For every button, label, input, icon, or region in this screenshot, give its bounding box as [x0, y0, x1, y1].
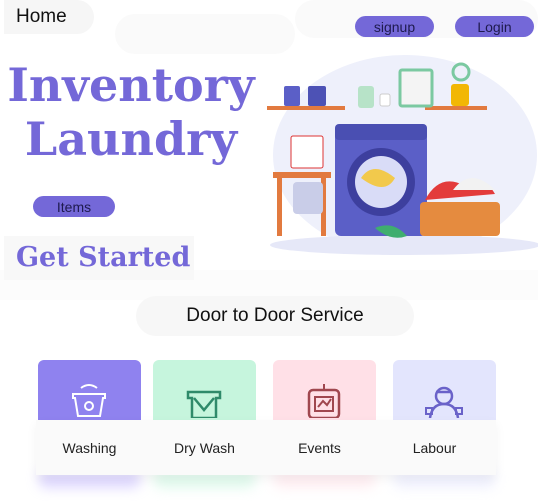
login-button[interactable]: Login: [455, 16, 534, 37]
service-card-dry-wash[interactable]: [153, 360, 256, 420]
section-title: Door to Door Service: [136, 296, 414, 336]
calendar-tv-icon: [307, 384, 341, 418]
service-label-washing[interactable]: Washing: [38, 440, 141, 456]
service-label-events[interactable]: Events: [268, 440, 371, 456]
service-card-events[interactable]: [273, 360, 376, 420]
home-link[interactable]: Home: [4, 0, 94, 34]
service-labels-bar: Washing Dry Wash Events Labour: [36, 420, 496, 475]
worker-icon: [425, 386, 463, 418]
hanger-shirt-icon: [186, 390, 222, 418]
service-card-washing[interactable]: [38, 360, 141, 420]
items-button[interactable]: Items: [33, 196, 115, 217]
hero-title: Inventory Laundry: [0, 58, 262, 166]
washing-basin-icon: [72, 384, 106, 417]
laundry-illustration: [267, 55, 538, 255]
hero-title-line2: Laundry: [24, 112, 238, 166]
signup-button[interactable]: signup: [355, 16, 434, 37]
service-label-labour[interactable]: Labour: [383, 440, 486, 456]
service-card-labour[interactable]: [393, 360, 496, 420]
get-started-button[interactable]: Get Started: [4, 236, 194, 280]
background-blob: [115, 14, 295, 54]
service-label-dry-wash[interactable]: Dry Wash: [153, 440, 256, 456]
hero-title-line1: Inventory: [7, 58, 255, 112]
